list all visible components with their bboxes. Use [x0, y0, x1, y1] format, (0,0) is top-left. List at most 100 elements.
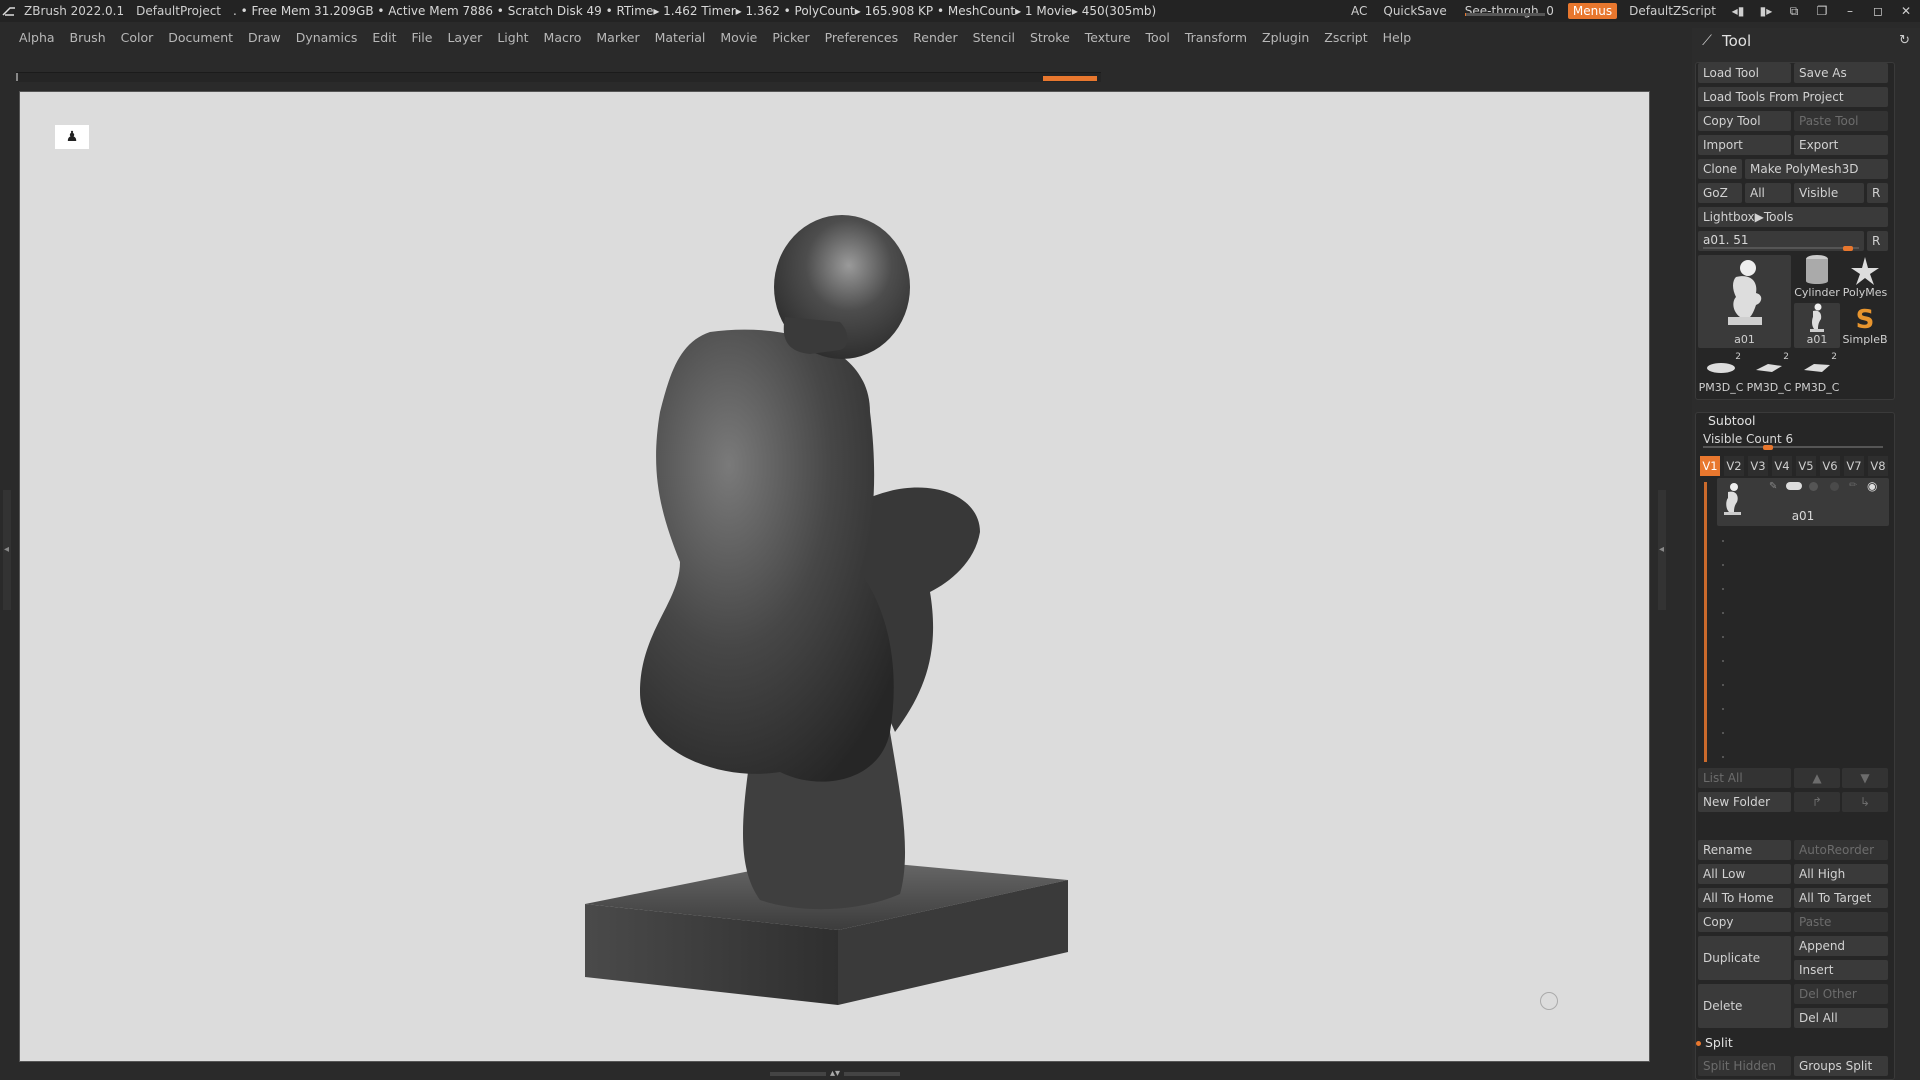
load-tools-from-project-button[interactable]: Load Tools From Project: [1698, 87, 1888, 107]
insert-button[interactable]: Insert: [1794, 960, 1888, 980]
brush-icon[interactable]: ✎: [1769, 481, 1777, 492]
window-layout-icon[interactable]: ⧉: [1780, 4, 1808, 19]
window-restore-icon[interactable]: ❐: [1808, 4, 1836, 18]
subtool-tab-v6[interactable]: V6: [1820, 456, 1840, 476]
layout-left-icon[interactable]: ◂▮: [1724, 4, 1752, 18]
polypaint-toggle-icon[interactable]: [1786, 482, 1802, 490]
zbrush-logo-icon[interactable]: [0, 0, 18, 22]
menu-file[interactable]: File: [405, 30, 441, 45]
del-other-button[interactable]: Del Other: [1794, 984, 1888, 1004]
paste-subtool-button[interactable]: Paste: [1794, 912, 1888, 932]
folder-insert-button[interactable]: ↳: [1842, 792, 1888, 812]
menu-edit[interactable]: Edit: [365, 30, 404, 45]
menu-help[interactable]: Help: [1376, 30, 1420, 45]
menu-transform[interactable]: Transform: [1178, 30, 1255, 45]
autoreorder-button[interactable]: AutoReorder: [1794, 840, 1888, 860]
menu-color[interactable]: Color: [114, 30, 162, 45]
tool-thumb-pm3d-2[interactable]: 2 PM3D_C: [1746, 352, 1792, 396]
document-canvas[interactable]: ♟: [19, 91, 1650, 1062]
menu-marker[interactable]: Marker: [589, 30, 647, 45]
half-circle-icon[interactable]: [1809, 482, 1818, 491]
ac-button[interactable]: AC: [1343, 4, 1375, 18]
copy-tool-button[interactable]: Copy Tool: [1698, 111, 1791, 131]
split-hidden-button[interactable]: Split Hidden: [1698, 1056, 1791, 1076]
menu-stroke[interactable]: Stroke: [1023, 30, 1078, 45]
import-button[interactable]: Import: [1698, 135, 1791, 155]
current-tool-slider-knob[interactable]: [1843, 246, 1854, 251]
paste-tool-button[interactable]: Paste Tool: [1794, 111, 1888, 131]
tool-palette-header[interactable]: ⟋ Tool ↻: [1692, 28, 1920, 54]
goz-all-button[interactable]: All: [1745, 183, 1791, 203]
current-tool-r-button[interactable]: R: [1867, 231, 1888, 251]
goz-visible-button[interactable]: Visible: [1794, 183, 1864, 203]
tool-thumb-a01-main[interactable]: a01: [1698, 255, 1791, 348]
move-down-button[interactable]: ▼: [1842, 768, 1888, 788]
copy-subtool-button[interactable]: Copy: [1698, 912, 1791, 932]
bottom-tray-handle[interactable]: ▴▾: [770, 1069, 901, 1079]
menu-picker[interactable]: Picker: [765, 30, 817, 45]
subtool-title[interactable]: Subtool: [1708, 413, 1755, 428]
menu-layer[interactable]: Layer: [440, 30, 490, 45]
menu-alpha[interactable]: Alpha: [12, 30, 63, 45]
all-low-button[interactable]: All Low: [1698, 864, 1791, 884]
layout-right-icon[interactable]: ▮▸: [1752, 4, 1780, 18]
menu-macro[interactable]: Macro: [537, 30, 590, 45]
default-zscript-button[interactable]: DefaultZScript: [1621, 4, 1724, 18]
menu-zscript[interactable]: Zscript: [1317, 30, 1375, 45]
menu-draw[interactable]: Draw: [241, 30, 289, 45]
menu-preferences[interactable]: Preferences: [818, 30, 907, 45]
rename-button[interactable]: Rename: [1698, 840, 1791, 860]
menu-render[interactable]: Render: [906, 30, 966, 45]
menu-dynamics[interactable]: Dynamics: [289, 30, 366, 45]
lightbox-tools-button[interactable]: Lightbox▶Tools: [1698, 207, 1888, 227]
project-name[interactable]: DefaultProject: [130, 4, 227, 18]
quicksave-button[interactable]: QuickSave: [1375, 4, 1454, 18]
menu-movie[interactable]: Movie: [713, 30, 765, 45]
subtool-tab-v2[interactable]: V2: [1724, 456, 1744, 476]
current-tool-slider[interactable]: a01. 51: [1698, 231, 1864, 251]
append-button[interactable]: Append: [1794, 936, 1888, 956]
load-tool-button[interactable]: Load Tool: [1698, 63, 1791, 83]
tool-thumb-pm3d-3[interactable]: 2 PM3D_C: [1794, 352, 1840, 396]
visible-count-slider-knob[interactable]: [1762, 445, 1773, 450]
new-folder-button[interactable]: New Folder: [1698, 792, 1791, 812]
tool-thumb-simpleb[interactable]: S SimpleB: [1842, 303, 1888, 348]
goz-button[interactable]: GoZ: [1698, 183, 1742, 203]
clone-button[interactable]: Clone: [1698, 159, 1742, 179]
close-icon[interactable]: ✕: [1892, 4, 1920, 18]
split-section-header[interactable]: Split: [1696, 1035, 1733, 1050]
tool-thumb-polymesh[interactable]: PolyMes: [1842, 255, 1888, 301]
menu-texture[interactable]: Texture: [1078, 30, 1139, 45]
all-high-button[interactable]: All High: [1794, 864, 1888, 884]
tool-thumb-pm3d-1[interactable]: 2 PM3D_C: [1698, 352, 1744, 396]
subtool-tab-v3[interactable]: V3: [1748, 456, 1768, 476]
groups-split-button[interactable]: Groups Split: [1794, 1056, 1888, 1076]
all-to-home-button[interactable]: All To Home: [1698, 888, 1791, 908]
export-button[interactable]: Export: [1794, 135, 1888, 155]
pivot-marker-icon[interactable]: [1540, 992, 1558, 1010]
maximize-icon[interactable]: ◻: [1864, 4, 1892, 18]
goz-r-button[interactable]: R: [1867, 183, 1888, 203]
menu-zplugin[interactable]: Zplugin: [1255, 30, 1317, 45]
pencil-icon[interactable]: ✏: [1849, 480, 1857, 491]
delete-button[interactable]: Delete: [1698, 984, 1791, 1028]
subtool-scrollbar[interactable]: [1704, 482, 1707, 762]
subtool-tab-v4[interactable]: V4: [1772, 456, 1792, 476]
list-all-button[interactable]: List All: [1698, 768, 1791, 788]
menu-tool[interactable]: Tool: [1139, 30, 1178, 45]
make-polymesh3d-button[interactable]: Make PolyMesh3D: [1745, 159, 1888, 179]
all-to-target-button[interactable]: All To Target: [1794, 888, 1888, 908]
minimize-icon[interactable]: –: [1836, 4, 1864, 18]
left-tray-handle[interactable]: ◂: [3, 490, 11, 610]
move-up-button[interactable]: ▲: [1794, 768, 1840, 788]
shelf-active-tab[interactable]: [1043, 76, 1097, 81]
subtool-tab-v7[interactable]: V7: [1844, 456, 1864, 476]
menus-toggle-button[interactable]: Menus: [1567, 3, 1618, 19]
tool-thumb-cylinder[interactable]: Cylinder: [1794, 255, 1840, 301]
folder-move-button[interactable]: ↱: [1794, 792, 1840, 812]
subtool-tab-v8[interactable]: V8: [1868, 456, 1888, 476]
duplicate-button[interactable]: Duplicate: [1698, 936, 1791, 980]
menu-material[interactable]: Material: [648, 30, 714, 45]
half-circle-icon[interactable]: [1830, 482, 1839, 491]
eye-icon[interactable]: ◉: [1867, 479, 1877, 493]
